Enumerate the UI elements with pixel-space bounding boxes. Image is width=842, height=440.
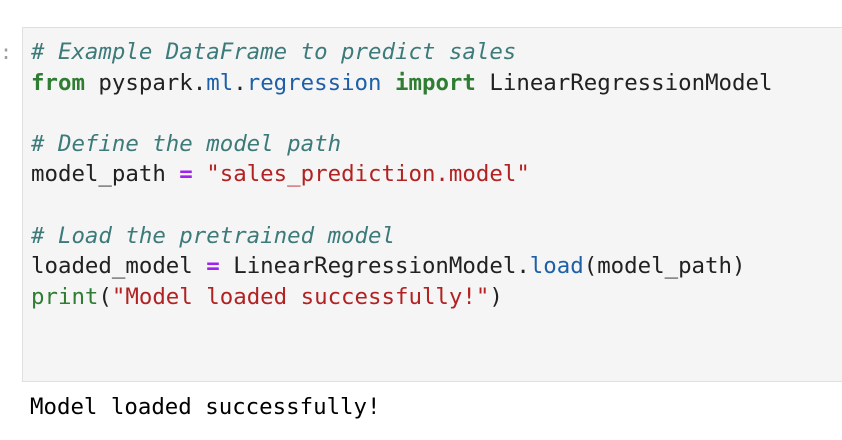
code-line-8: loaded_model = LinearRegressionModel.loa… [31, 251, 772, 282]
string-literal: "sales_prediction.model" [206, 161, 530, 188]
notebook-view: : # Example DataFrame to predict sales fr… [0, 0, 842, 440]
method-name: load [529, 253, 584, 280]
code-line-4: # Define the model path [31, 129, 772, 160]
comment: # Example DataFrame to predict sales [31, 39, 517, 65]
comment: # Define the model path [31, 130, 342, 157]
code-line-9: print("Model loaded successfully!") [31, 282, 772, 313]
class-name: LinearRegressionModel [489, 69, 773, 96]
dot: . [233, 69, 247, 96]
comment: # Load the pretrained model [31, 222, 395, 249]
module-name: ml [206, 69, 234, 96]
string-literal: "Model loaded successfully!" [111, 283, 490, 310]
module-name: regression [246, 69, 382, 96]
code-line-5: model_path = "sales_prediction.model" [31, 159, 772, 190]
code-line-1: # Example DataFrame to predict sales [31, 37, 772, 68]
call-arguments: (model_path) [583, 253, 746, 280]
paren: ( [98, 283, 112, 310]
code-line-7: # Load the pretrained model [31, 221, 772, 252]
keyword-import: import [395, 69, 476, 96]
code-cell[interactable]: # Example DataFrame to predict sales from… [22, 27, 842, 382]
variable: loaded_model [31, 253, 193, 280]
paren: ) [489, 283, 503, 310]
code-line-2: from pyspark.ml.regression import Linear… [31, 68, 772, 99]
builtin-function: print [31, 283, 99, 310]
code-editor[interactable]: # Example DataFrame to predict sales from… [31, 37, 772, 312]
cell-prompt: : [0, 40, 13, 64]
dot: . [192, 69, 207, 96]
module-name: pyspark [98, 69, 193, 96]
dot: . [516, 253, 530, 280]
operator: = [179, 161, 193, 188]
keyword-from: from [31, 69, 85, 96]
operator: = [206, 253, 220, 280]
variable: model_path [31, 161, 166, 188]
class-name: LinearRegressionModel [233, 253, 517, 280]
cell-output: Model loaded successfully! [30, 394, 381, 420]
